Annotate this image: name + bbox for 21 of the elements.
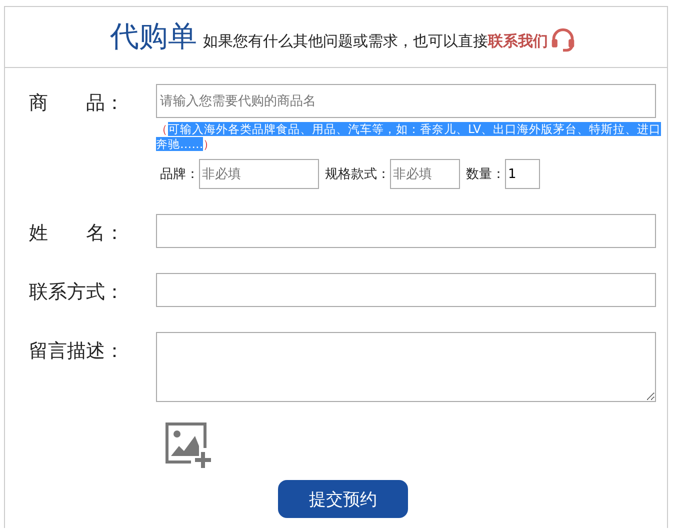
input-field[interactable]: 非必填 <box>390 159 460 189</box>
input-field[interactable]: 1 <box>505 159 540 189</box>
headset-icon[interactable] <box>550 26 576 54</box>
form-title: 代购单 <box>110 18 197 55</box>
field-label: 规格款式： <box>325 166 390 183</box>
input-field[interactable] <box>156 273 656 307</box>
product-input[interactable]: 请输入您需要代购的商品名 <box>156 84 656 118</box>
field-label: 留言描述： <box>29 339 125 364</box>
field-label: 姓 名： <box>29 221 125 246</box>
input-field[interactable] <box>156 214 656 248</box>
hint-text: （可输入海外各类品牌食品、用品、汽车等，如：香奈儿、LV、出口海外版茅台、特斯拉、进口奔驰……） <box>156 122 662 152</box>
message-textarea[interactable] <box>156 332 656 402</box>
submit-button[interactable]: 提交预约 <box>278 480 408 518</box>
field-label: 商 品： <box>29 91 125 116</box>
field-label: 联系方式： <box>29 280 125 305</box>
header-message: 如果您有什么其他问题或需求，也可以直接 <box>203 32 488 50</box>
add-image-icon[interactable] <box>163 420 213 470</box>
contact-link[interactable]: 联系我们 <box>488 32 548 50</box>
field-label: 数量： <box>466 166 505 183</box>
input-field[interactable]: 非必填 <box>199 159 319 189</box>
field-label: 品牌： <box>160 166 199 183</box>
